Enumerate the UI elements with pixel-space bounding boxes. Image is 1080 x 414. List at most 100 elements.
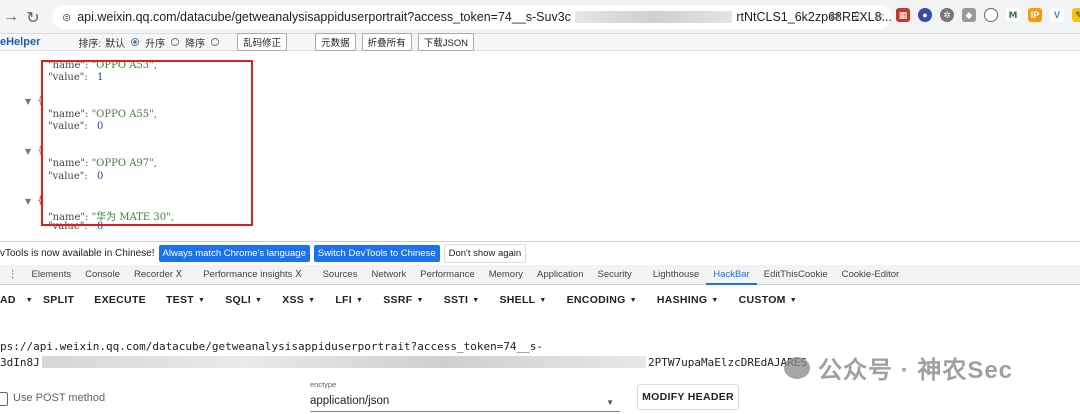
sort-default-label: 默认 bbox=[105, 38, 126, 50]
enctype-value: application/json bbox=[310, 395, 390, 407]
tab-application[interactable]: Application bbox=[530, 265, 590, 285]
hackbar-split-button[interactable]: ▼ SPLIT bbox=[26, 294, 75, 306]
hackbar-ssrf-menu[interactable]: SSRF ▼ bbox=[383, 294, 423, 306]
url-start: api.weixin.qq.com/datacube/getweanalysis… bbox=[77, 10, 571, 24]
enctype-select[interactable]: application/json ▼ bbox=[310, 390, 620, 412]
extension-icon[interactable]: ◆ bbox=[962, 8, 976, 22]
url-redacted bbox=[42, 356, 646, 368]
hackbar-shell-label: SHELL bbox=[499, 294, 536, 306]
chevron-down-icon: ▼ bbox=[356, 296, 364, 304]
chevron-down-icon: ▼ bbox=[308, 296, 316, 304]
tab-performance-insights[interactable]: Performance insights Ⅹ bbox=[189, 265, 308, 285]
extension-icon[interactable]: Ⅿ bbox=[1006, 8, 1020, 22]
tab-editthiscookie[interactable]: EditThisCookie bbox=[757, 265, 835, 285]
extension-icon[interactable]: ✎ bbox=[1072, 8, 1080, 22]
share-icon[interactable]: ⇪ bbox=[852, 9, 862, 23]
tab-cookie-editor[interactable]: Cookie-Editor bbox=[835, 265, 907, 285]
hackbar-encoding-label: ENCODING bbox=[566, 294, 626, 306]
sort-asc-label: 升序 bbox=[145, 38, 166, 50]
translate-icon[interactable]: ⇄ bbox=[830, 9, 840, 23]
devtools-language-banner: vTools is now available in Chinese! Alwa… bbox=[0, 241, 1080, 265]
devtools-tab-bar: ⋮ Elements Console Recorder Ⅹ Performanc… bbox=[0, 265, 1080, 285]
hackbar-load-button[interactable]: AD bbox=[0, 294, 16, 306]
highlight-box bbox=[41, 60, 253, 226]
sort-desc-label: 降序 bbox=[185, 38, 206, 50]
hackbar-ssti-label: SSTI bbox=[443, 294, 469, 306]
chevron-down-icon: ▼ bbox=[539, 296, 547, 304]
chevron-down-icon: ▼ bbox=[711, 296, 719, 304]
hackbar-xss-menu[interactable]: XSS ▼ bbox=[282, 294, 315, 306]
modify-header-button[interactable]: MODIFY HEADER bbox=[637, 384, 739, 410]
reload-icon[interactable]: ↻ bbox=[22, 8, 44, 28]
hackbar-test-menu[interactable]: TEST ▼ bbox=[166, 294, 205, 306]
extension-icon[interactable] bbox=[984, 8, 998, 22]
hackbar-menu: AD ▼ SPLIT EXECUTE TEST ▼ SQLI ▼ XSS ▼ LFI ▼ … bbox=[0, 285, 1080, 315]
hackbar-xss-label: XSS bbox=[282, 294, 305, 306]
switch-to-chinese-button[interactable]: Switch DevTools to Chinese bbox=[313, 245, 440, 262]
tab-hackbar[interactable]: HackBar bbox=[706, 265, 757, 285]
fold-all-button[interactable]: 折叠所有 bbox=[361, 33, 412, 51]
tab-recorder[interactable]: Recorder Ⅹ bbox=[127, 265, 189, 285]
hackbar-sqli-menu[interactable]: SQLI ▼ bbox=[225, 294, 262, 306]
url-redacted bbox=[574, 11, 733, 23]
tab-security[interactable]: Security bbox=[590, 265, 638, 285]
site-info-icon[interactable]: ⊜ bbox=[62, 11, 71, 24]
address-bar[interactable]: ⊜ api.weixin.qq.com/datacube/getweanalys… bbox=[52, 5, 892, 29]
chevron-down-icon: ▼ bbox=[25, 296, 33, 304]
chevron-down-icon: ▼ bbox=[606, 398, 614, 407]
hackbar-shell-menu[interactable]: SHELL ▼ bbox=[499, 294, 546, 306]
sort-default-radio[interactable] bbox=[131, 38, 140, 46]
browser-toolbar: → ↻ ⊜ api.weixin.qq.com/datacube/getwean… bbox=[0, 0, 1080, 34]
chevron-down-icon: ▼ bbox=[198, 296, 206, 304]
tab-memory[interactable]: Memory bbox=[482, 265, 530, 285]
chevron-down-icon: ▼ bbox=[472, 296, 480, 304]
url-end: rtNtCLS1_6k2zp68REXL8... bbox=[736, 10, 892, 24]
hackbar-execute-button[interactable]: EXECUTE bbox=[94, 294, 146, 306]
collapse-toggle-icon[interactable]: ▼ bbox=[25, 197, 31, 206]
extension-icon[interactable]: ● bbox=[918, 8, 932, 22]
json-helper-brand: eHelper bbox=[0, 36, 41, 48]
hackbar-hashing-menu[interactable]: HASHING ▼ bbox=[657, 294, 719, 306]
hackbar-hashing-label: HASHING bbox=[656, 294, 708, 306]
extension-gear-icon[interactable]: ✲ bbox=[940, 8, 954, 22]
devtools-menu-icon[interactable]: ⋮ bbox=[0, 265, 25, 285]
collapse-toggle-icon[interactable]: ▼ bbox=[25, 147, 31, 156]
extension-icon[interactable]: V bbox=[1050, 8, 1064, 22]
url-line-1: ps://api.weixin.qq.com/datacube/getweana… bbox=[0, 340, 544, 353]
chevron-down-icon: ▼ bbox=[254, 296, 263, 304]
download-json-button[interactable]: 下载JSON bbox=[417, 33, 475, 51]
hackbar-test-label: TEST bbox=[165, 294, 195, 306]
json-helper-toolbar: eHelper 排序: 默认 升序 降序 乱码修正 元数据 折叠所有 下载JSO… bbox=[0, 33, 1080, 51]
tab-performance[interactable]: Performance bbox=[413, 265, 481, 285]
sort-desc-radio[interactable] bbox=[211, 38, 220, 46]
banner-text: vTools is now available in Chinese! bbox=[0, 248, 155, 259]
forward-icon[interactable]: → bbox=[0, 8, 22, 26]
extensions-bar: ▦ ● ✲ ◆ Ⅿ IP V ✎ bbox=[896, 8, 1080, 22]
tab-elements[interactable]: Elements bbox=[25, 265, 79, 285]
hackbar-encoding-menu[interactable]: ENCODING ▼ bbox=[567, 294, 637, 306]
hackbar-lfi-label: LFI bbox=[335, 294, 352, 306]
tab-console[interactable]: Console bbox=[78, 265, 127, 285]
fix-encoding-button[interactable]: 乱码修正 bbox=[237, 33, 288, 51]
extension-icon[interactable]: IP bbox=[1028, 8, 1042, 22]
tab-network[interactable]: Network bbox=[364, 265, 413, 285]
extension-icon[interactable]: ▦ bbox=[896, 8, 910, 22]
bookmark-star-icon[interactable]: ☆ bbox=[874, 9, 885, 23]
sort-asc-radio[interactable] bbox=[171, 38, 180, 46]
hackbar-sqli-label: SQLI bbox=[225, 294, 251, 306]
hackbar-custom-menu[interactable]: CUSTOM ▼ bbox=[739, 294, 797, 306]
hackbar-ssti-menu[interactable]: SSTI ▼ bbox=[444, 294, 480, 306]
raw-data-button[interactable]: 元数据 bbox=[315, 33, 356, 51]
match-chrome-language-button[interactable]: Always match Chrome's language bbox=[158, 245, 310, 262]
dont-show-again-button[interactable]: Don't show again bbox=[443, 244, 527, 263]
collapse-toggle-icon[interactable]: ▼ bbox=[25, 97, 31, 106]
hackbar-lfi-menu[interactable]: LFI ▼ bbox=[335, 294, 363, 306]
hackbar-split-label: SPLIT bbox=[43, 294, 75, 306]
chevron-down-icon: ▼ bbox=[629, 296, 637, 304]
post-method-checkbox[interactable] bbox=[0, 392, 8, 406]
post-method-label: Use POST method bbox=[13, 392, 106, 404]
tab-lighthouse[interactable]: Lighthouse bbox=[639, 265, 706, 285]
url-line-2-start: 3dIn8J bbox=[0, 356, 40, 369]
tab-sources[interactable]: Sources bbox=[309, 265, 365, 285]
chevron-down-icon: ▼ bbox=[416, 296, 424, 304]
